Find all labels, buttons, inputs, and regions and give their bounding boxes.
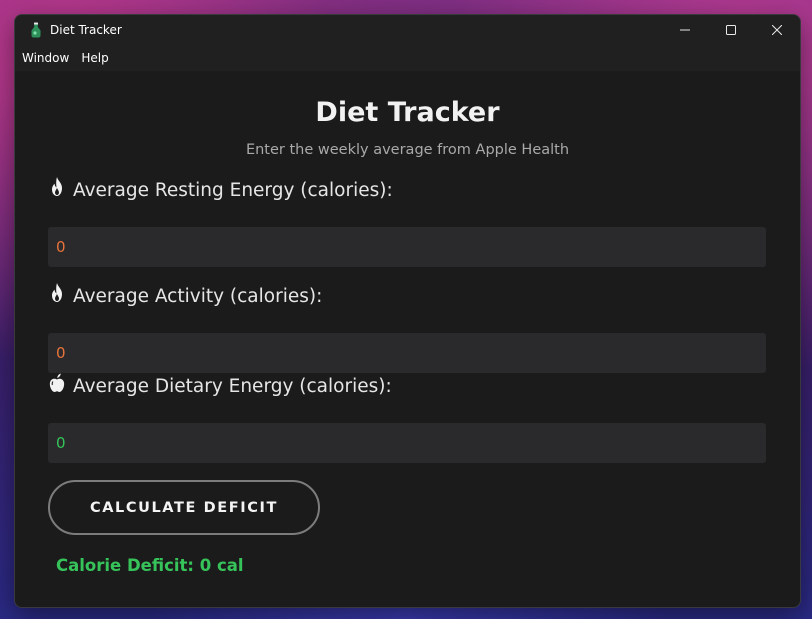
window-title: Diet Tracker bbox=[50, 23, 122, 37]
fire-icon bbox=[48, 176, 66, 198]
calorie-deficit-result: Calorie Deficit: 0 cal bbox=[56, 556, 244, 575]
close-icon bbox=[772, 25, 782, 35]
menu-help[interactable]: Help bbox=[75, 51, 114, 65]
menu-bar: Window Help bbox=[15, 45, 800, 71]
menu-window[interactable]: Window bbox=[16, 51, 75, 65]
main-content: Diet Tracker Enter the weekly average fr… bbox=[15, 71, 800, 607]
resting-energy-label: Average Resting Energy (calories): bbox=[48, 176, 393, 201]
resting-energy-label-text: Average Resting Energy (calories): bbox=[73, 179, 393, 201]
activity-input[interactable]: 0 bbox=[48, 333, 766, 373]
calculate-deficit-button[interactable]: CALCULATE DEFICIT bbox=[48, 480, 320, 535]
dietary-energy-input[interactable]: 0 bbox=[48, 423, 766, 463]
minimize-icon bbox=[680, 29, 690, 31]
page-subtitle: Enter the weekly average from Apple Heal… bbox=[245, 142, 570, 158]
maximize-button[interactable] bbox=[708, 15, 754, 45]
maximize-icon bbox=[726, 25, 736, 35]
page-title: Diet Tracker bbox=[315, 97, 500, 128]
window-controls bbox=[662, 15, 800, 45]
resting-energy-input[interactable]: 0 bbox=[48, 227, 766, 267]
minimize-button[interactable] bbox=[662, 15, 708, 45]
dietary-energy-label: Average Dietary Energy (calories): bbox=[48, 372, 392, 397]
activity-label-text: Average Activity (calories): bbox=[73, 285, 323, 307]
app-window: Diet Tracker Window Help Diet Tracker En… bbox=[14, 14, 801, 608]
apple-icon bbox=[48, 372, 66, 394]
dietary-energy-label-text: Average Dietary Energy (calories): bbox=[73, 375, 392, 397]
app-icon bbox=[30, 22, 42, 38]
close-button[interactable] bbox=[754, 15, 800, 45]
title-bar[interactable]: Diet Tracker bbox=[15, 15, 800, 45]
fire-icon bbox=[48, 282, 66, 304]
activity-label: Average Activity (calories): bbox=[48, 282, 323, 307]
